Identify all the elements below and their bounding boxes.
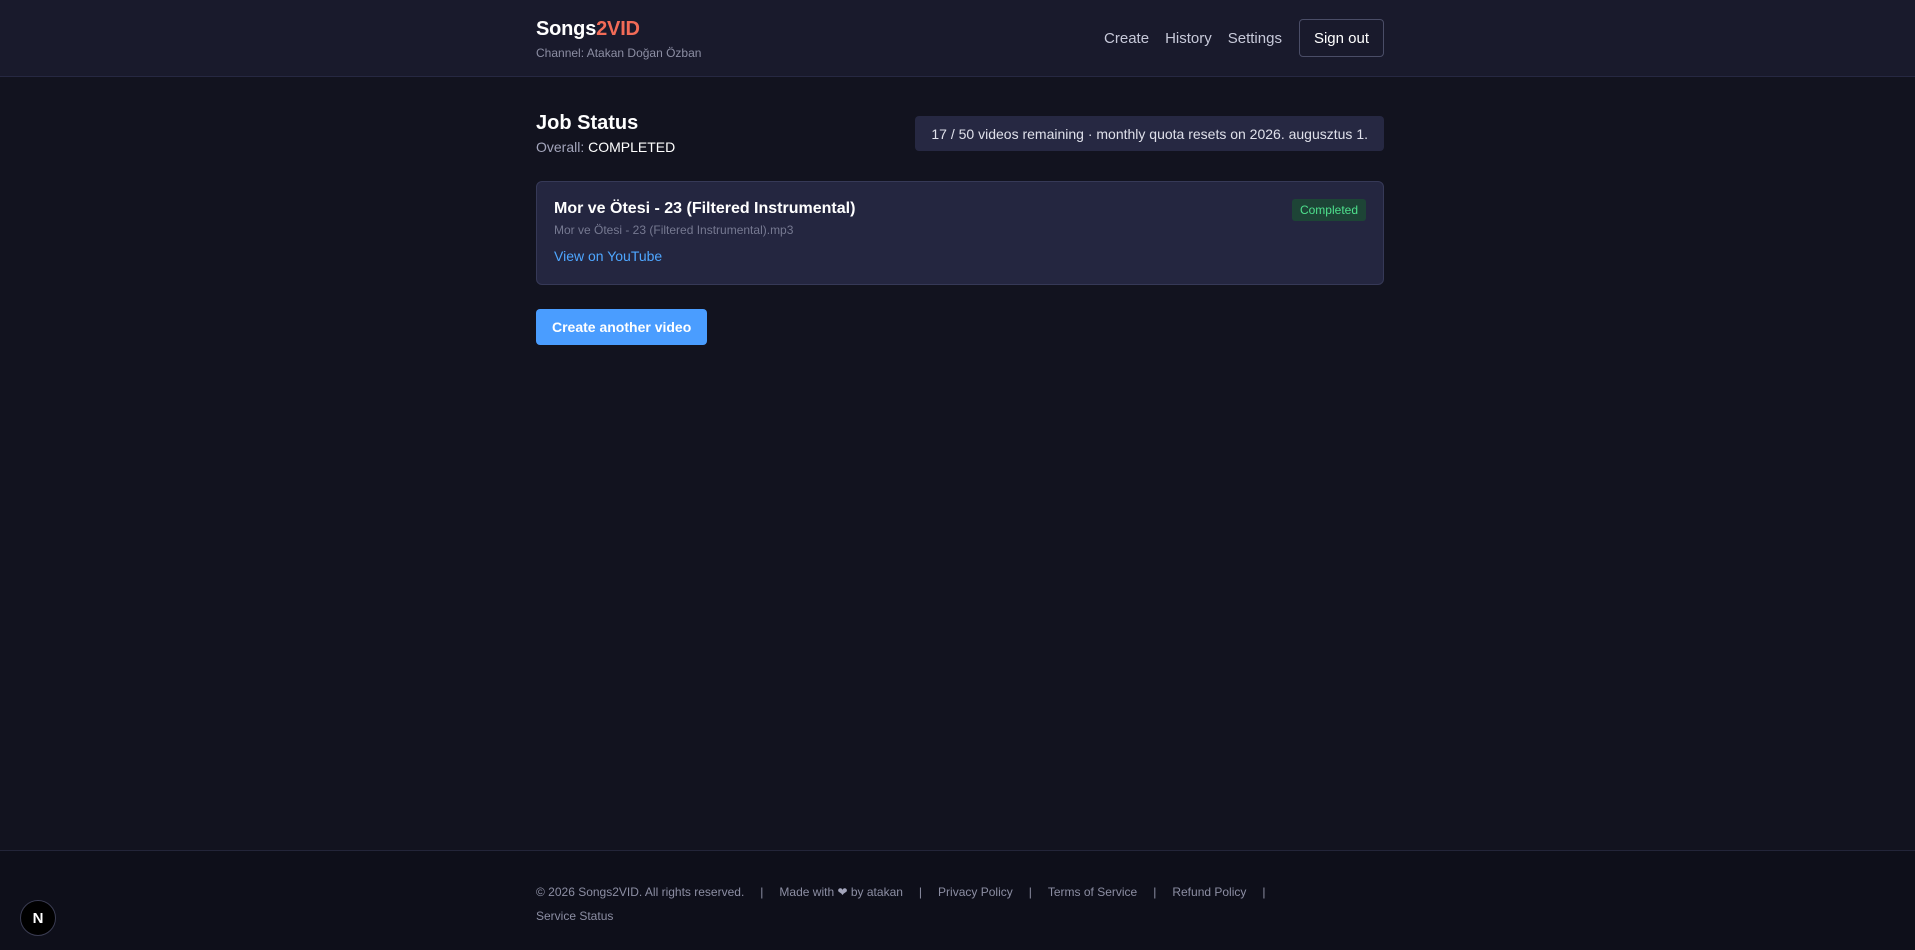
- refund-policy-link[interactable]: Refund Policy: [1172, 885, 1246, 899]
- quota-banner: 17 / 50 videos remaining · monthly quota…: [915, 116, 1384, 151]
- header-container: Songs2VID Channel: Atakan Doğan Özban Cr…: [536, 0, 1384, 77]
- nextjs-icon[interactable]: N: [20, 900, 56, 936]
- nextjs-icon-letter: N: [32, 909, 44, 927]
- made-with-suffix: by atakan: [850, 885, 903, 899]
- overall-status: Overall: COMPLETED: [536, 139, 675, 155]
- brand-logo[interactable]: Songs2VID: [536, 18, 640, 41]
- main-nav: Create History Settings Sign out: [1104, 19, 1384, 57]
- privacy-policy-link[interactable]: Privacy Policy: [938, 885, 1013, 899]
- channel-label: Channel: Atakan Doğan Özban: [536, 46, 702, 60]
- footer-separator: |: [918, 885, 923, 899]
- footer-container: © 2026 Songs2VID. All rights reserved. |…: [536, 884, 1356, 924]
- footer-separator: |: [1153, 885, 1157, 899]
- nav-settings-link[interactable]: Settings: [1228, 30, 1282, 47]
- footer-separator: |: [1028, 885, 1032, 899]
- brand-name-part2: 2VID: [596, 18, 640, 40]
- made-with-text: Made with ❤ by atakan: [779, 885, 903, 899]
- job-filename: Mor ve Ötesi - 23 (Filtered Instrumental…: [554, 223, 794, 237]
- made-with-prefix: Made with: [779, 885, 835, 899]
- overall-status-label: Overall:: [536, 139, 585, 155]
- brand-name-part1: Songs: [536, 18, 597, 40]
- job-title: Mor ve Ötesi - 23 (Filtered Instrumental…: [554, 200, 856, 217]
- status-badge: Completed: [1291, 199, 1366, 221]
- footer-links-row-2: Service Status: [536, 908, 1356, 924]
- page: Songs2VID Channel: Atakan Doğan Özban Cr…: [0, 0, 1915, 950]
- create-another-video-button[interactable]: Create another video: [536, 309, 708, 345]
- nav-create-link[interactable]: Create: [1104, 30, 1149, 47]
- footer-links-row: © 2026 Songs2VID. All rights reserved. |…: [536, 884, 1356, 900]
- footer-separator: |: [1262, 885, 1266, 899]
- copyright-text: © 2026 Songs2VID. All rights reserved.: [536, 885, 745, 899]
- footer-separator: |: [760, 885, 764, 899]
- nav-history-link[interactable]: History: [1165, 30, 1212, 47]
- heart-icon: ❤: [837, 885, 848, 899]
- footer: © 2026 Songs2VID. All rights reserved. |…: [0, 850, 1915, 950]
- terms-of-service-link[interactable]: Terms of Service: [1048, 885, 1137, 899]
- sign-out-button[interactable]: Sign out: [1298, 19, 1384, 57]
- job-card: Mor ve Ötesi - 23 (Filtered Instrumental…: [536, 181, 1384, 285]
- top-header: Songs2VID Channel: Atakan Doğan Özban Cr…: [0, 0, 1915, 77]
- view-on-youtube-link[interactable]: View on YouTube: [554, 248, 662, 264]
- service-status-link[interactable]: Service Status: [536, 909, 613, 923]
- overall-status-value: COMPLETED: [588, 139, 676, 155]
- page-title: Job Status: [536, 112, 639, 134]
